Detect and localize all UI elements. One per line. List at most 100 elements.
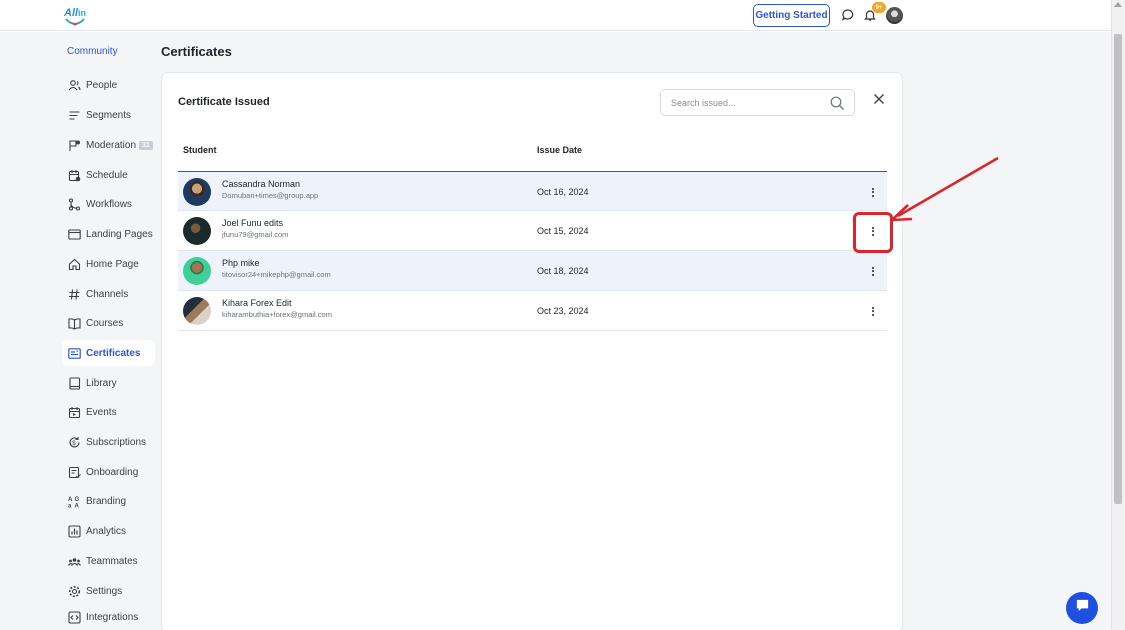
table-row[interactable]: Cassandra Norman Domubari+times@group.ap… [178, 171, 887, 211]
subscriptions-icon: $ [68, 436, 81, 449]
sidebar-item-label: Analytics [86, 525, 127, 537]
sidebar-item-schedule[interactable]: Schedule [62, 162, 155, 188]
sidebar-item-label: Courses [86, 317, 124, 329]
settings-icon [68, 585, 81, 598]
people-icon [68, 79, 81, 92]
sidebar-item-onboarding[interactable]: Onboarding [62, 459, 155, 485]
student-name: Kihara Forex Edit [222, 298, 292, 308]
chat-icon [1075, 598, 1090, 618]
analytics-icon [68, 524, 81, 538]
annotation-arrow-icon [891, 156, 999, 222]
row-menu-button[interactable] [868, 263, 878, 279]
svg-text:A: A [75, 503, 80, 508]
svg-text:A: A [68, 497, 73, 503]
student-name: Php mike [222, 258, 260, 268]
svg-text:All: All [63, 7, 79, 19]
sidebar-item-home-page[interactable]: Home Page [62, 251, 155, 277]
sidebar-item-label: Workflows [86, 198, 132, 210]
sidebar-item-settings[interactable]: Settings [62, 578, 155, 604]
sidebar-item-library[interactable]: Library [62, 370, 155, 396]
issue-date: Oct 18, 2024 [537, 266, 589, 276]
events-icon [68, 406, 81, 419]
student-avatar [183, 217, 211, 245]
table-row[interactable]: Kihara Forex Edit kiharambuthia+forex@gm… [178, 291, 887, 331]
card-title: Certificate Issued [178, 96, 270, 108]
getting-started-button[interactable]: Getting Started [753, 4, 830, 27]
book-open-icon [68, 317, 81, 330]
sidebar-item-events[interactable]: Events [62, 399, 155, 425]
sidebar-item-label: Integrations [86, 611, 139, 623]
hashtag-icon [68, 288, 81, 301]
notification-badge: 9+ [872, 2, 886, 13]
sidebar-item-courses[interactable]: Courses [62, 310, 155, 336]
svg-text:$: $ [72, 441, 76, 447]
sidebar-item-segments[interactable]: Segments [62, 102, 155, 128]
student-name: Cassandra Norman [222, 179, 301, 189]
onboarding-icon [68, 466, 81, 479]
table-row[interactable]: Joel Funu edits jfunu79@gmail.com Oct 15… [178, 211, 887, 251]
certificate-icon [68, 347, 81, 360]
sidebar-item-label: Certificates [86, 347, 141, 359]
segments-icon [68, 109, 81, 122]
sidebar-item-analytics[interactable]: Analytics [62, 518, 155, 544]
student-avatar [183, 257, 211, 285]
app-logo[interactable]: All in [62, 3, 88, 27]
sidebar-item-label: Landing Pages [86, 228, 153, 240]
landing-pages-icon [68, 228, 81, 241]
close-button[interactable] [871, 93, 887, 109]
chat-launcher-button[interactable] [1066, 592, 1098, 624]
sidebar-item-landing-pages[interactable]: Landing Pages [62, 221, 155, 247]
sidebar-item-subscriptions[interactable]: $ Subscriptions [62, 429, 155, 455]
sidebar-item-label: Onboarding [86, 466, 139, 478]
table-row[interactable]: Php mike titovisor24+mikephp@gmail.com O… [178, 251, 887, 291]
chat-bubble-icon[interactable] [841, 8, 855, 22]
student-avatar [183, 297, 211, 325]
issue-date: Oct 23, 2024 [537, 306, 589, 316]
sidebar-item-workflows[interactable]: Workflows [62, 191, 155, 217]
sidebar-item-channels[interactable]: Channels [62, 281, 155, 307]
top-bar: All in Getting Started 9+ [0, 0, 1111, 31]
student-email: Domubari+times@group.app [222, 191, 319, 200]
issue-date: Oct 16, 2024 [537, 187, 589, 197]
page-title: Certificates [161, 44, 232, 59]
sidebar-item-label: Settings [86, 585, 123, 597]
search-input[interactable] [671, 97, 821, 108]
moderation-icon [68, 139, 81, 152]
sidebar-item-people[interactable]: People [62, 72, 155, 98]
schedule-icon [68, 169, 81, 182]
user-avatar[interactable] [886, 7, 903, 24]
row-menu-button[interactable] [868, 303, 878, 319]
sidebar-item-branding[interactable]: AGaA Branding [62, 488, 155, 514]
column-header-issue-date[interactable]: Issue Date [537, 145, 582, 155]
column-header-student[interactable]: Student [183, 145, 217, 155]
integrations-icon [68, 610, 81, 624]
sidebar-heading[interactable]: Community [67, 46, 118, 57]
sidebar-item-moderation[interactable]: Moderation 31 [62, 132, 155, 158]
sidebar-item-certificates[interactable]: Certificates [62, 340, 155, 366]
sidebar-item-label: Moderation [86, 139, 137, 151]
search-icon[interactable] [830, 96, 845, 111]
library-icon [68, 376, 81, 390]
page-scrollbar[interactable] [1111, 0, 1125, 630]
branding-icon: AGaA [68, 495, 81, 508]
sidebar-item-label: Library [86, 377, 117, 389]
student-email: kiharambuthia+forex@gmail.com [222, 310, 332, 319]
sidebar-item-label: Segments [86, 109, 132, 121]
workflows-icon [68, 197, 81, 211]
sidebar-item-label: Schedule [86, 169, 128, 181]
scroll-up-arrow-icon[interactable] [1114, 2, 1122, 7]
sidebar-item-label: Channels [86, 288, 129, 300]
student-avatar [183, 178, 211, 206]
scrollbar-thumb[interactable] [1114, 34, 1122, 504]
moderation-count-badge: 31 [139, 140, 153, 150]
student-name: Joel Funu edits [222, 218, 284, 228]
sidebar-item-integrations[interactable]: Integrations [62, 604, 155, 630]
close-icon [873, 92, 885, 110]
sidebar-item-teammates[interactable]: Teammates [62, 548, 155, 574]
svg-text:G: G [75, 497, 80, 503]
sidebar-item-label: Branding [86, 495, 127, 507]
sidebar-item-label: Subscriptions [86, 436, 147, 448]
sidebar-item-label: Events [86, 406, 117, 418]
sidebar-item-label: People [86, 79, 118, 91]
issue-date: Oct 15, 2024 [537, 226, 589, 236]
